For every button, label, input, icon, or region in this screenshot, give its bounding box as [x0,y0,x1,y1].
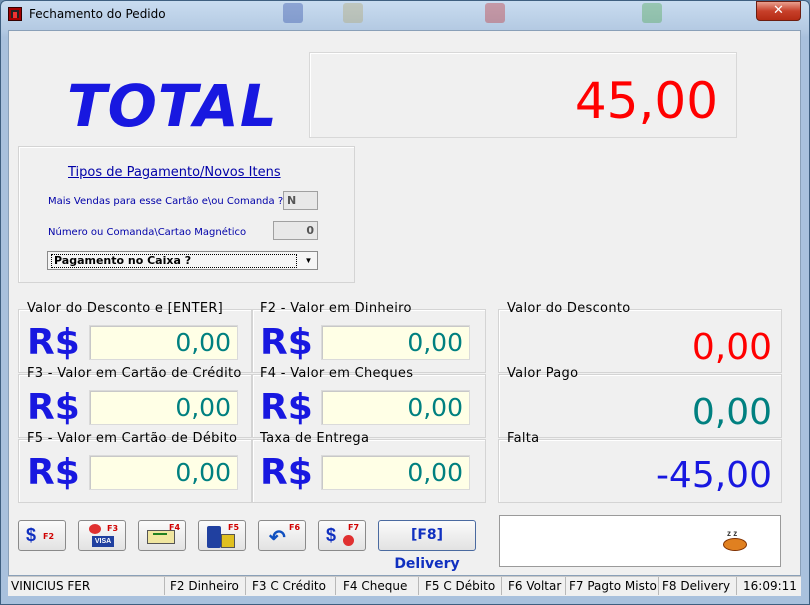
credit-input[interactable]: 0,00 [89,390,238,425]
status-separator [335,577,336,595]
status-time: 16:09:11 [743,579,797,593]
status-f3: F3 C Crédito [252,579,326,593]
status-f6: F6 Voltar [508,579,562,593]
close-button[interactable]: ✕ [756,1,801,21]
background-toolbar-icon [283,3,303,23]
delivery-fee-label: Taxa de Entrega [260,431,370,446]
debit-input[interactable]: 0,00 [89,455,238,490]
cash-input[interactable]: 0,00 [321,325,470,360]
summary-discount-label: Valor do Desconto [507,301,631,316]
zz-glyph: z z [727,529,738,538]
sleeping-mascot-icon: z z [721,529,749,551]
more-sales-label: Mais Vendas para esse Cartão e\ou Comand… [48,196,284,207]
f6-key-label: F6 [289,523,301,532]
f4-cheque-button[interactable]: F4 [138,520,186,551]
mascot-body [723,538,747,551]
more-sales-input[interactable]: N [283,191,318,210]
cash-label: F2 - Valor em Dinheiro [260,301,412,316]
status-f5: F5 C Débito [425,579,496,593]
total-label: TOTAL [67,72,278,140]
app-icon [8,7,22,21]
background-toolbar-icon [343,3,363,23]
f6-back-button[interactable]: ↶ F6 [258,520,306,551]
currency-symbol: R$ [260,322,313,363]
chevron-down-icon[interactable]: ▼ [300,252,317,269]
discount-input[interactable]: 0,00 [89,325,238,360]
summary-paid-label: Valor Pago [507,366,579,381]
status-separator [658,577,659,595]
f5-debit-button[interactable]: F5 [198,520,246,551]
status-user: VINICIUS FER [11,579,91,593]
f2-cash-button[interactable]: $ F2 [18,520,66,551]
delivery-fee-input[interactable]: 0,00 [321,455,470,490]
card-icon [343,535,354,546]
status-f2: F2 Dinheiro [170,579,239,593]
cheque-line [153,533,167,535]
status-f7: F7 Pagto Misto [569,579,657,593]
status-separator [565,577,566,595]
card-icon [89,524,101,534]
status-f4: F4 Cheque [343,579,408,593]
credit-label: F3 - Valor em Cartão de Crédito [27,366,242,381]
status-separator [164,577,165,595]
summary-missing-value: -45,00 [655,455,772,496]
background-toolbar-icon [485,3,505,23]
currency-symbol: R$ [27,322,80,363]
cheque-label: F4 - Valor em Cheques [260,366,414,381]
f5-key-label: F5 [228,523,240,532]
status-f8: F8 Delivery [662,579,731,593]
delivery-button[interactable]: [F8] Delivery [378,520,476,572]
debit-card-icon [207,526,221,548]
background-toolbar-icon [642,3,662,23]
status-separator [501,577,502,595]
status-separator [245,577,246,595]
f7-mixed-payment-button[interactable]: $ F7 [318,520,366,551]
payment-types-title: Tipos de Pagamento/Novos Itens [68,165,281,180]
debit-label: F5 - Valor em Cartão de Débito [27,431,238,446]
f7-key-label: F7 [348,523,360,532]
summary-missing-label: Falta [507,431,540,446]
visa-icon: VISA [92,536,114,547]
dollar-icon: $ [26,525,37,545]
currency-symbol: R$ [27,387,80,428]
window-title: Fechamento do Pedido [29,7,166,21]
summary-paid-value: 0,00 [691,392,772,433]
f3-credit-button[interactable]: VISA F3 [78,520,126,551]
total-value: 45,00 [574,72,718,130]
f2-key-label: F2 [43,532,55,541]
box-icon [221,534,235,548]
payment-combo-value: Pagamento no Caixa ? [51,254,297,268]
summary-discount-value: 0,00 [691,327,772,368]
status-separator [418,577,419,595]
status-separator [736,577,737,595]
currency-symbol: R$ [260,452,313,493]
comanda-number-input[interactable]: 0 [273,221,318,240]
dollar-icon: $ [326,525,337,545]
return-arrow-icon: ↶ [269,527,286,549]
currency-symbol: R$ [27,452,80,493]
currency-symbol: R$ [260,387,313,428]
cheque-input[interactable]: 0,00 [321,390,470,425]
number-label: Número ou Comanda\Cartao Magnético [48,227,247,238]
f3-key-label: F3 [107,524,119,533]
discount-label: Valor do Desconto e [ENTER] [27,301,224,316]
f4-key-label: F4 [169,523,181,532]
